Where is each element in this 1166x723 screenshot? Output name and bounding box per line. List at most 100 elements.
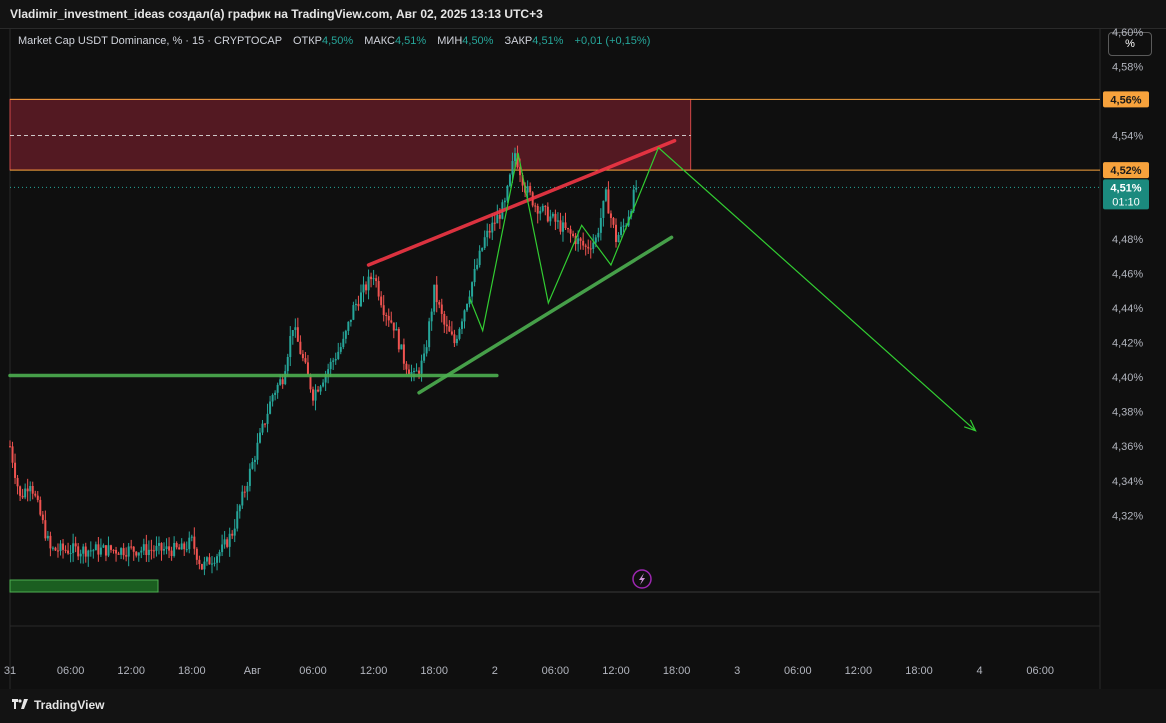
candle-body <box>569 229 572 234</box>
candle-body <box>362 284 365 293</box>
candle-body <box>395 328 398 331</box>
candle-body <box>329 361 332 370</box>
candle-body <box>236 511 239 529</box>
candle-body <box>380 296 383 306</box>
candle-body <box>554 213 557 222</box>
candle-body <box>46 535 49 539</box>
projection-path <box>468 146 976 432</box>
candle-body <box>62 543 65 550</box>
candle-body <box>9 446 11 448</box>
candle-body <box>387 315 390 321</box>
candle-body <box>198 559 201 565</box>
candle-body <box>418 370 421 374</box>
candle-body <box>433 284 436 312</box>
candle-body <box>238 505 241 512</box>
candle-body <box>54 547 57 551</box>
candle-body <box>592 242 595 249</box>
candle-body <box>299 341 302 354</box>
candle-body <box>155 545 158 551</box>
candle-body <box>382 305 385 316</box>
candle-body <box>221 544 224 553</box>
candle-body <box>559 220 562 232</box>
candle-body <box>11 446 14 463</box>
candle-body <box>110 545 112 550</box>
candle-body <box>24 488 27 498</box>
candle-body <box>72 543 75 553</box>
candle-body <box>92 550 95 552</box>
candle-body <box>539 210 542 214</box>
candle-body <box>445 324 448 327</box>
candle-body <box>84 546 87 557</box>
candle-body <box>511 160 514 175</box>
candle-body <box>526 186 529 193</box>
last-price-badge: 4,51% <box>1110 182 1141 194</box>
candle-body <box>150 549 153 551</box>
candle-body <box>41 514 44 521</box>
candle-body <box>19 486 22 496</box>
candle-body <box>344 330 347 339</box>
candle-body <box>82 546 85 554</box>
candle-body <box>51 547 54 549</box>
candle-body <box>367 276 370 291</box>
candle-body <box>122 548 125 556</box>
tradingview-logo[interactable]: TradingView <box>12 698 104 712</box>
candle-body <box>319 386 322 392</box>
candle-body <box>223 539 226 545</box>
price-chart[interactable]: 4,32% 4,34% 4,36% 4,38% 4,40% 4,42% 4,44% 4,46%… <box>0 28 1166 689</box>
candle-body <box>97 544 100 555</box>
candle-body <box>99 547 102 555</box>
candle-body <box>314 389 317 401</box>
candle-body <box>322 382 325 387</box>
candle-body <box>69 552 72 554</box>
candle-body <box>635 187 638 190</box>
candle-body <box>291 330 294 337</box>
candle-body <box>453 334 456 344</box>
time-tick-label: 18:00 <box>178 665 206 677</box>
candle-body <box>168 546 171 551</box>
time-tick-label: 06:00 <box>57 665 85 677</box>
candle-body <box>218 552 221 557</box>
candle-body <box>180 543 183 550</box>
candle-body <box>617 234 620 243</box>
time-tick-label: Авг <box>244 665 261 677</box>
candle-body <box>117 553 120 555</box>
support-trend-line <box>417 235 674 395</box>
candle-body <box>145 544 148 556</box>
candle-body <box>372 278 375 280</box>
candle-body <box>407 369 410 375</box>
candle-body <box>142 544 145 551</box>
candle-body <box>370 276 373 280</box>
candle-body <box>77 546 80 557</box>
candle-body <box>26 488 29 492</box>
candle-body <box>251 461 254 469</box>
candle-body <box>286 356 289 372</box>
candle-body <box>483 237 486 248</box>
candle-body <box>612 217 615 225</box>
price-tick-label: 4,34% <box>1112 476 1143 488</box>
candle-body <box>354 303 357 306</box>
candle-body <box>213 562 216 564</box>
candle-body <box>582 240 585 246</box>
candle-body <box>170 550 173 556</box>
candle-body <box>587 246 590 249</box>
candle-body <box>496 214 499 224</box>
candle-body <box>195 548 198 560</box>
candle-body <box>607 189 610 214</box>
candle-body <box>193 536 196 549</box>
lightning-icon[interactable] <box>632 569 652 589</box>
candle-body <box>79 553 82 557</box>
price-tick-label: 4,44% <box>1112 303 1143 315</box>
time-tick-label: 18:00 <box>905 665 933 677</box>
candle-body <box>599 217 602 233</box>
candle-body <box>152 550 155 552</box>
candle-body <box>357 303 360 307</box>
candle-body <box>327 369 330 375</box>
candle-body <box>256 442 259 460</box>
candle-body <box>589 248 592 250</box>
header-bar: Vladimir_investment_ideas создал(а) граф… <box>0 0 1166 29</box>
candle-body <box>264 423 267 425</box>
time-tick-label: 06:00 <box>542 665 570 677</box>
candle-body <box>107 545 110 556</box>
resistance-zone <box>9 98 1100 188</box>
candle-body <box>243 491 246 493</box>
